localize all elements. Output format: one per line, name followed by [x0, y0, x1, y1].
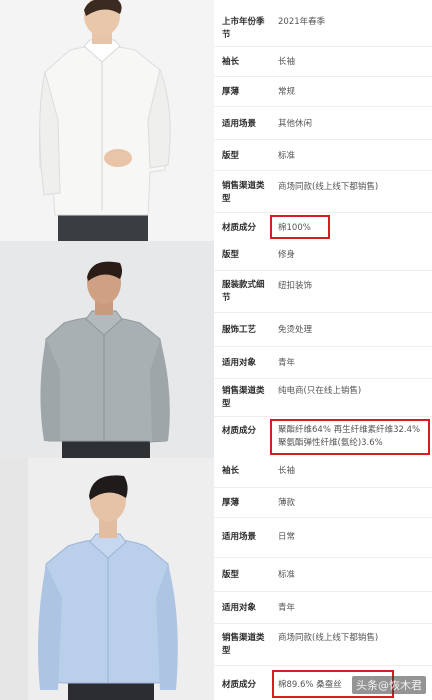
spec-value: 纽扣装饰 [278, 281, 313, 291]
spec-value: 日常 [278, 532, 296, 542]
spec-label: 服饰工艺 [222, 325, 257, 335]
spec-row-fit: 版型 标准 [214, 140, 432, 171]
spec-label: 厚薄 [222, 87, 240, 97]
spec-label: 适用对象 [222, 603, 257, 613]
spec-row-channel: 销售渠道类型 纯电商(只在线上销售) [214, 379, 432, 417]
spec-row-season: 上市年份季节 2021年春季 [214, 0, 432, 47]
spec-label: 服装款式细节 [222, 280, 265, 303]
spec-label: 适用场景 [222, 119, 257, 129]
spec-row-thickness: 厚薄 常规 [214, 77, 432, 107]
spec-value: 常规 [278, 87, 296, 97]
spec-value: 标准 [278, 570, 296, 580]
product-panel-2: 版型 修身 服装款式细节 纽扣装饰 服饰工艺 免烫处理 适用对象 青年 销售渠道… [0, 241, 432, 458]
spec-value: 青年 [278, 603, 296, 613]
spec-label: 厚薄 [222, 498, 240, 508]
spec-label: 袖长 [222, 466, 240, 476]
spec-value: 薄款 [278, 498, 296, 508]
spec-value: 免烫处理 [278, 325, 313, 335]
spec-value: 长袖 [278, 466, 296, 476]
spec-label: 上市年份季节 [222, 17, 265, 40]
spec-row-fit: 版型 修身 [214, 241, 432, 271]
spec-row-thickness: 厚薄 薄款 [214, 488, 432, 518]
product-panel-1: 上市年份季节 2021年春季 袖长 长袖 厚薄 常规 适用场景 其他休闲 版型 … [0, 0, 432, 241]
spec-row-craft: 服饰工艺 免烫处理 [214, 313, 432, 347]
model-photo-blue-shirt [0, 458, 214, 700]
spec-table-1: 上市年份季节 2021年春季 袖长 长袖 厚薄 常规 适用场景 其他休闲 版型 … [214, 0, 432, 241]
product-panel-3: 袖长 长袖 厚薄 薄款 适用场景 日常 版型 标准 适用对象 青年 销售渠道类型… [0, 458, 432, 700]
spec-row-channel: 销售渠道类型 商场同款(线上线下都销售) [214, 624, 432, 666]
spec-row-material: 材质成分 棉100% [214, 213, 432, 241]
spec-row-detail: 服装款式细节 纽扣装饰 [214, 271, 432, 313]
spec-row-material: 材质成分 聚酯纤维64% 再生纤维素纤维32.4% 聚氨酯弹性纤维(氨纶)3.6… [214, 417, 432, 458]
spec-row-fit: 版型 标准 [214, 558, 432, 592]
spec-table-2: 版型 修身 服装款式细节 纽扣装饰 服饰工艺 免烫处理 适用对象 青年 销售渠道… [214, 241, 432, 458]
spec-label: 材质成分 [222, 223, 257, 233]
spec-row-target: 适用对象 青年 [214, 592, 432, 624]
spec-label: 材质成分 [222, 426, 257, 436]
spec-row-sleeve: 袖长 长袖 [214, 458, 432, 488]
spec-value: 青年 [278, 358, 296, 368]
model-photo-white-shirt [0, 0, 214, 241]
spec-value: 2021年春季 [278, 17, 326, 27]
spec-value: 纯电商(只在线上销售) [278, 386, 362, 396]
material-highlight-box [270, 419, 430, 455]
spec-row-channel: 销售渠道类型 商场同款(线上线下都销售) [214, 171, 432, 213]
watermark-text: 头条@恢木君 [352, 676, 426, 694]
spec-value: 长袖 [278, 57, 296, 67]
spec-value: 标准 [278, 151, 296, 161]
spec-row-scene: 适用场景 其他休闲 [214, 107, 432, 140]
spec-label: 销售渠道类型 [222, 181, 265, 204]
spec-value: 其他休闲 [278, 119, 313, 129]
spec-value: 修身 [278, 250, 296, 260]
spec-label: 销售渠道类型 [222, 633, 265, 656]
spec-label: 适用场景 [222, 532, 257, 542]
spec-row-target: 适用对象 青年 [214, 347, 432, 379]
spec-label: 材质成分 [222, 680, 257, 690]
spec-row-scene: 适用场景 日常 [214, 518, 432, 558]
model-photo-grey-shirt [0, 241, 214, 458]
spec-table-3: 袖长 长袖 厚薄 薄款 适用场景 日常 版型 标准 适用对象 青年 销售渠道类型… [214, 458, 432, 700]
spec-label: 版型 [222, 151, 240, 161]
spec-value: 商场同款(线上线下都销售) [278, 633, 379, 643]
spec-value: 商场同款(线上线下都销售) [278, 182, 379, 192]
spec-label: 版型 [222, 570, 240, 580]
spec-label: 销售渠道类型 [222, 386, 265, 409]
spec-row-sleeve: 袖长 长袖 [214, 47, 432, 77]
spec-label: 适用对象 [222, 358, 257, 368]
spec-label: 袖长 [222, 57, 240, 67]
spec-label: 版型 [222, 250, 240, 260]
material-highlight-box [270, 215, 330, 239]
